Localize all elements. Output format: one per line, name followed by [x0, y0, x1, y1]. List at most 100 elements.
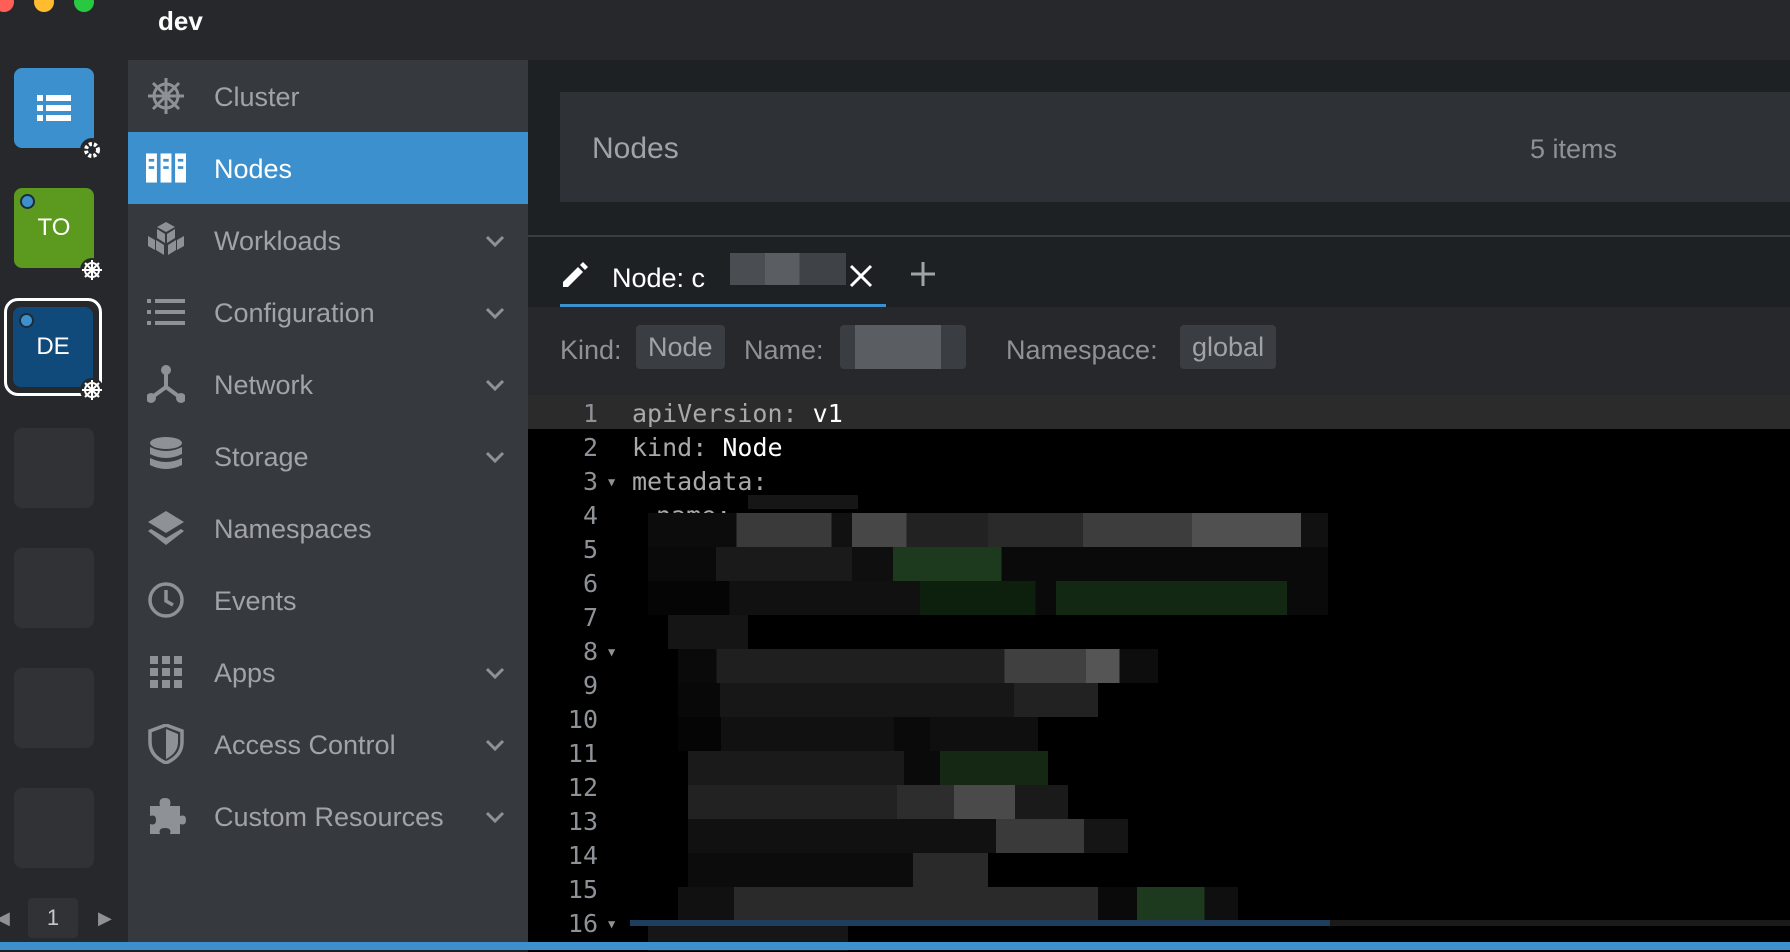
redacted-block — [648, 513, 1328, 547]
chevron-down-icon — [485, 451, 505, 464]
sidebar-item-label: Apps — [214, 658, 276, 688]
resource-info-bar: Kind: Node Name: Namespace: global — [528, 307, 1790, 395]
namespace-label: Namespace: — [1006, 335, 1158, 365]
sidebar-item-label: Namespaces — [214, 514, 372, 544]
yaml-editor[interactable]: 1 2 3 4 5 6 7 8 9 10 11 12 13 14 15 16 ▼… — [528, 395, 1790, 952]
kind-label: Kind: — [560, 335, 622, 365]
dock-panel: Node: c Kind: Node Name: Namespace: glob… — [528, 235, 1790, 952]
empty-cluster-slot[interactable] — [14, 548, 94, 628]
dock-tab-bar: Node: c — [528, 237, 1790, 309]
cluster-name: dev — [158, 6, 203, 36]
chevron-down-icon — [485, 307, 505, 320]
line-number: 16 — [567, 909, 598, 938]
editor-horizontal-scrollbar[interactable] — [630, 920, 1790, 930]
puzzle-icon — [146, 796, 186, 836]
line-number: 2 — [582, 433, 598, 462]
page-number: 1 — [28, 898, 78, 938]
clock-icon — [146, 580, 186, 620]
line-number: 8 — [582, 637, 598, 666]
redacted-block — [688, 819, 1128, 853]
line-number: 5 — [582, 535, 598, 564]
line-number: 9 — [582, 671, 598, 700]
fold-arrow-icon[interactable]: ▼ — [608, 475, 615, 489]
fold-arrow-icon[interactable]: ▼ — [608, 917, 615, 931]
namespace-value: global — [1180, 325, 1277, 369]
tab-label: Node: c — [612, 263, 706, 293]
sidebar-item-custom-resources[interactable]: Custom Resources — [128, 780, 528, 852]
redacted-block — [688, 853, 988, 887]
sidebar-item-label: Network — [214, 370, 314, 400]
window-maximize-button[interactable] — [74, 0, 94, 12]
line-number: 12 — [567, 773, 598, 802]
sidebar-item-label: Custom Resources — [214, 802, 444, 832]
redacted-block — [748, 495, 858, 509]
line-number: 13 — [567, 807, 598, 836]
code-line-3: metadata: — [632, 467, 768, 496]
window-minimize-button[interactable] — [34, 0, 54, 12]
redacted-block — [678, 717, 1038, 751]
list-icon — [146, 292, 186, 332]
prev-page-icon[interactable]: ◀ — [0, 908, 10, 929]
sidebar-item-storage[interactable]: Storage — [128, 420, 528, 492]
line-number: 10 — [567, 705, 598, 734]
empty-cluster-slot[interactable] — [14, 428, 94, 508]
shield-icon — [146, 724, 186, 764]
sidebar-item-events[interactable]: Events — [128, 564, 528, 636]
line-number: 11 — [567, 739, 598, 768]
chevron-down-icon — [485, 235, 505, 248]
line-number: 1 — [582, 399, 598, 428]
sidebar-item-label: Workloads — [214, 226, 342, 256]
sidebar-item-cluster[interactable]: Cluster — [128, 60, 528, 132]
catalog-button[interactable] — [14, 68, 94, 148]
code-line-2: kind: Node — [632, 433, 783, 462]
sidebar-item-configuration[interactable]: Configuration — [128, 276, 528, 348]
name-value-redacted — [840, 325, 966, 369]
helm-icon — [80, 378, 104, 402]
line-number: 14 — [567, 841, 598, 870]
sidebar-item-namespaces[interactable]: Namespaces — [128, 492, 528, 564]
network-icon — [146, 364, 186, 404]
chevron-down-icon — [485, 667, 505, 680]
cluster-to-button[interactable]: TO — [14, 188, 94, 268]
kind-value: Node — [636, 325, 725, 369]
chevron-down-icon — [485, 739, 505, 752]
database-icon — [146, 436, 186, 476]
fold-arrow-icon[interactable]: ▼ — [608, 645, 615, 659]
items-count: 5 items — [1530, 134, 1618, 164]
redacted-block — [648, 547, 1328, 581]
chevron-down-icon — [485, 811, 505, 824]
cluster-pager: ◀ 1 ▶ — [0, 898, 128, 940]
add-tab-icon[interactable] — [908, 259, 938, 289]
helm-icon — [80, 258, 104, 282]
helm-icon — [146, 76, 186, 116]
tab-node-editor[interactable]: Node: c — [560, 247, 886, 309]
sidebar-item-access-control[interactable]: Access Control — [128, 708, 528, 780]
redacted-block — [678, 649, 1158, 683]
cluster-to-label: TO — [37, 214, 71, 241]
empty-cluster-slot[interactable] — [14, 668, 94, 748]
close-icon[interactable] — [846, 261, 876, 291]
sidebar-item-apps[interactable]: Apps — [128, 636, 528, 708]
page-title: Nodes — [592, 132, 679, 165]
sidebar-item-workloads[interactable]: Workloads — [128, 204, 528, 276]
window-close-button[interactable] — [0, 0, 14, 12]
empty-cluster-slot[interactable] — [14, 788, 94, 868]
line-number: 4 — [582, 501, 598, 530]
sidebar-item-label: Storage — [214, 442, 309, 472]
sidebar-item-network[interactable]: Network — [128, 348, 528, 420]
top-header: dev — [128, 0, 1790, 60]
sidebar-item-nodes[interactable]: Nodes — [128, 132, 528, 204]
gear-icon — [80, 138, 104, 162]
line-number: 3 — [582, 467, 598, 496]
chevron-down-icon — [485, 379, 505, 392]
line-number: 6 — [582, 569, 598, 598]
redacted-block — [648, 581, 1328, 615]
next-page-icon[interactable]: ▶ — [98, 908, 112, 929]
redacted-block — [678, 887, 1238, 921]
status-bar — [0, 942, 1790, 950]
code-line-1: apiVersion: v1 — [632, 399, 843, 428]
sidebar-item-label: Nodes — [214, 154, 293, 184]
sidebar-item-label: Configuration — [214, 298, 375, 328]
sidebar-item-label: Cluster — [214, 82, 300, 112]
line-number: 7 — [582, 603, 598, 632]
